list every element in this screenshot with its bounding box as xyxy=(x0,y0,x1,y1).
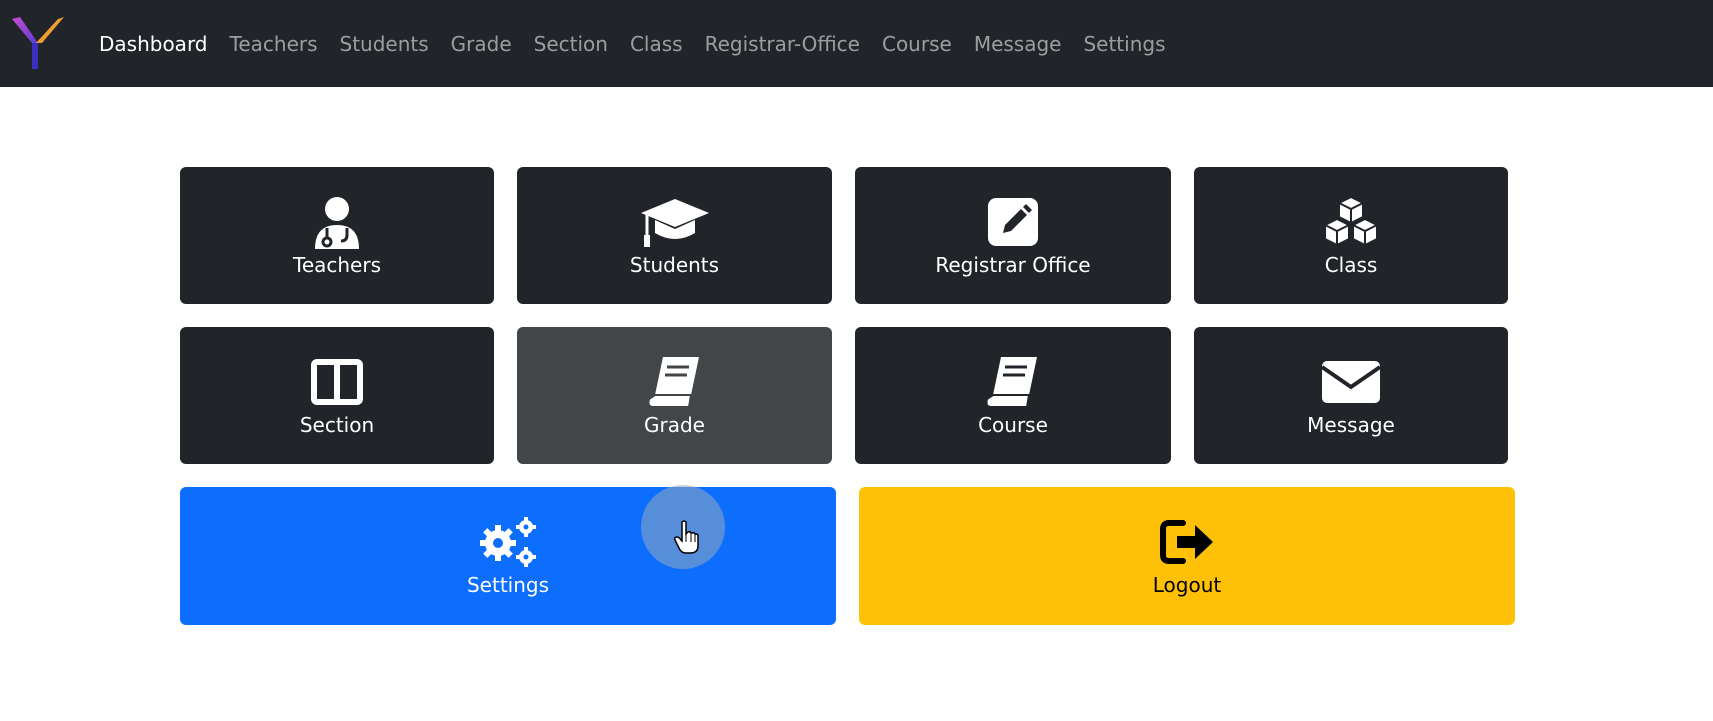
nav-teachers[interactable]: Teachers xyxy=(230,32,318,56)
nav-registrar-office[interactable]: Registrar-Office xyxy=(705,32,860,56)
grade-label: Grade xyxy=(644,412,705,437)
class-label: Class xyxy=(1324,252,1378,277)
top-navbar: Dashboard Teachers Students Grade Sectio… xyxy=(0,0,1713,87)
teachers-tile[interactable]: Teachers xyxy=(180,167,494,304)
course-label: Course xyxy=(978,412,1048,437)
students-label: Students xyxy=(629,252,720,277)
nav-section[interactable]: Section xyxy=(534,32,608,56)
message-label: Message xyxy=(1307,412,1395,437)
nav-students[interactable]: Students xyxy=(340,32,429,56)
message-tile[interactable]: Message xyxy=(1194,327,1508,464)
nav-settings[interactable]: Settings xyxy=(1083,32,1165,56)
settings-label: Settings xyxy=(466,573,550,597)
nav-grade[interactable]: Grade xyxy=(451,32,512,56)
hand-pointer-icon xyxy=(674,520,699,554)
sign-out-icon xyxy=(1160,520,1213,564)
registrar-office-label: Registrar Office xyxy=(935,252,1091,277)
nav-course[interactable]: Course xyxy=(882,32,952,56)
nav-dashboard[interactable]: Dashboard xyxy=(99,32,208,56)
graduation-cap-icon xyxy=(640,198,709,247)
book-icon xyxy=(985,356,1037,408)
registrar-office-tile[interactable]: Registrar Office xyxy=(855,167,1171,304)
logout-label: Logout xyxy=(1152,573,1222,597)
book-icon xyxy=(647,356,699,408)
pen-to-square-icon xyxy=(988,197,1038,246)
gears-icon xyxy=(480,517,536,567)
students-tile[interactable]: Students xyxy=(517,167,832,304)
section-label: Section xyxy=(299,412,375,437)
settings-tile[interactable]: Settings xyxy=(180,487,836,625)
section-tile[interactable]: Section xyxy=(180,327,494,464)
course-tile[interactable]: Course xyxy=(855,327,1171,464)
envelope-icon xyxy=(1320,360,1382,403)
columns-icon xyxy=(311,358,363,405)
nav-links: Dashboard Teachers Students Grade Sectio… xyxy=(99,0,1188,87)
user-doctor-icon xyxy=(315,196,359,249)
nav-class[interactable]: Class xyxy=(630,32,683,56)
nav-message[interactable]: Message xyxy=(974,32,1062,56)
cubes-icon xyxy=(1324,195,1378,246)
teachers-label: Teachers xyxy=(293,252,381,277)
logout-tile[interactable]: Logout xyxy=(859,487,1515,625)
logo-icon[interactable] xyxy=(8,13,68,71)
grade-tile[interactable]: Grade xyxy=(517,327,832,464)
class-tile[interactable]: Class xyxy=(1194,167,1508,304)
